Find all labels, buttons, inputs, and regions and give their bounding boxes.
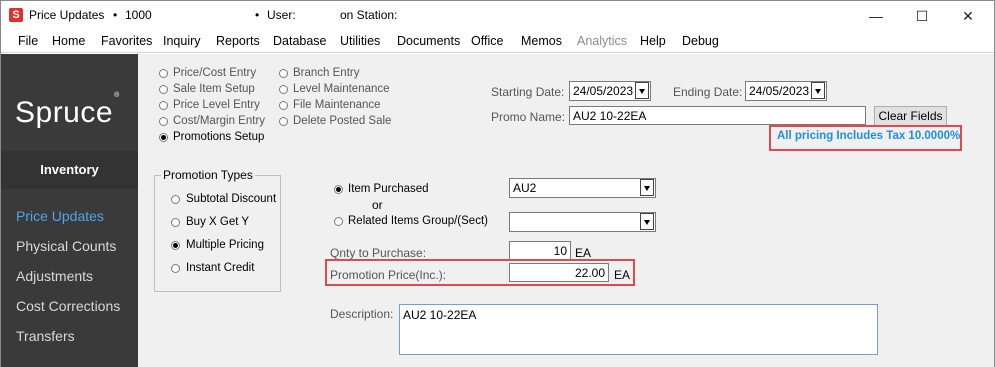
mode-radio-file-maintenance[interactable] <box>279 101 288 110</box>
minimize-icon: — <box>869 8 883 24</box>
spruce-logo: Spruce® <box>15 92 120 129</box>
item-purchased-radio[interactable] <box>334 185 343 194</box>
mode-label-price-cost-entry: Price/Cost Entry <box>173 67 257 79</box>
main-panel: Price/Cost Entry Sale Item Setup Price L… <box>138 54 994 367</box>
mode-radio-promotions-setup[interactable] <box>159 133 168 142</box>
mode-label-cost-margin-entry: Cost/Margin Entry <box>173 115 266 127</box>
promo-type-label-subtotal-discount: Subtotal Discount <box>186 193 277 205</box>
mode-radio-price-level-entry[interactable] <box>159 101 168 110</box>
mode-label-level-maintenance: Level Maintenance <box>293 83 390 95</box>
mode-label-promotions-setup: Promotions Setup <box>173 131 265 143</box>
ending-date-label: Ending Date: <box>673 85 743 99</box>
mode-radio-price-cost-entry[interactable] <box>159 69 168 78</box>
title-separator: • <box>113 8 118 22</box>
menu-debug[interactable]: Debug <box>682 34 719 48</box>
menu-documents[interactable]: Documents <box>397 34 460 48</box>
chevron-down-icon[interactable] <box>811 82 825 99</box>
item-purchased-select[interactable]: AU2 <box>509 178 656 198</box>
store-number: 1000 <box>125 8 152 22</box>
promo-type-radio-multiple-pricing[interactable] <box>171 241 180 250</box>
mode-label-delete-posted-sale: Delete Posted Sale <box>293 115 392 127</box>
title-bar: S Price Updates • 1000 • User: on Statio… <box>1 1 994 31</box>
menu-home[interactable]: Home <box>52 34 85 48</box>
menu-help[interactable]: Help <box>640 34 666 48</box>
sidebar-item-adjustments[interactable]: Adjustments <box>16 268 93 284</box>
menu-bar: File Home Favorites Inquiry Reports Data… <box>1 31 994 53</box>
related-items-label: Related Items Group/(Sect) <box>348 215 488 227</box>
menu-inquiry[interactable]: Inquiry <box>163 34 201 48</box>
maximize-icon: ☐ <box>915 7 929 24</box>
related-items-radio[interactable] <box>334 217 343 226</box>
maximize-button[interactable]: ☐ <box>899 1 945 31</box>
promo-type-radio-instant-credit[interactable] <box>171 264 180 273</box>
promo-type-label-multiple-pricing: Multiple Pricing <box>186 239 264 251</box>
starting-date-label: Starting Date: <box>491 85 565 99</box>
related-items-select[interactable] <box>509 212 656 232</box>
chevron-down-icon[interactable] <box>640 179 654 196</box>
close-button[interactable]: ✕ <box>945 1 991 31</box>
window-title: Price Updates <box>29 8 105 22</box>
spruce-s-icon: S <box>9 8 23 22</box>
mode-label-file-maintenance: File Maintenance <box>293 99 381 111</box>
promotion-types-title: Promotion Types <box>161 168 255 182</box>
qty-unit-label: EA <box>575 246 592 260</box>
mode-radio-sale-item-setup[interactable] <box>159 85 168 94</box>
clear-fields-button[interactable]: Clear Fields <box>874 106 947 127</box>
mode-radio-level-maintenance[interactable] <box>279 85 288 94</box>
menu-memos[interactable]: Memos <box>521 34 562 48</box>
menu-database[interactable]: Database <box>273 34 327 48</box>
sidebar-item-transfers[interactable]: Transfers <box>16 328 75 344</box>
menu-file[interactable]: File <box>18 34 38 48</box>
description-label: Description: <box>330 307 394 321</box>
or-label: or <box>372 198 383 212</box>
ending-date-value: 24/05/2023 <box>749 84 810 98</box>
promotion-price-label: Promotion Price(Inc.): <box>330 268 447 282</box>
starting-date-picker[interactable]: 24/05/2023 <box>569 81 651 101</box>
sidebar: Spruce® Inventory Price Updates Physical… <box>1 54 138 367</box>
user-label: User: <box>267 8 296 22</box>
menu-favorites[interactable]: Favorites <box>101 34 152 48</box>
menu-analytics: Analytics <box>577 34 628 48</box>
qty-to-purchase-label: Qnty to Purchase: <box>330 246 427 260</box>
price-unit-label: EA <box>614 268 631 282</box>
tax-note-link[interactable]: All pricing Includes Tax 10.0000% <box>777 130 960 142</box>
station-label: on Station: <box>340 8 398 22</box>
chevron-down-icon[interactable] <box>640 213 654 230</box>
minimize-button[interactable]: — <box>853 1 899 31</box>
menu-reports[interactable]: Reports <box>216 34 260 48</box>
description-textarea[interactable]: AU2 10-22EA <box>399 304 878 355</box>
sidebar-section-inventory[interactable]: Inventory <box>1 151 138 189</box>
mode-label-sale-item-setup: Sale Item Setup <box>173 83 255 95</box>
mode-radio-delete-posted-sale[interactable] <box>279 117 288 126</box>
promo-type-label-instant-credit: Instant Credit <box>186 262 255 274</box>
promo-name-label: Promo Name: <box>491 110 566 124</box>
promo-name-input[interactable]: AU2 10-22EA <box>569 106 866 125</box>
menu-office[interactable]: Office <box>471 34 503 48</box>
sidebar-item-physical-counts[interactable]: Physical Counts <box>16 238 116 254</box>
promo-type-radio-buy-x-get-y[interactable] <box>171 218 180 227</box>
mode-label-branch-entry: Branch Entry <box>293 67 360 79</box>
promo-type-radio-subtotal-discount[interactable] <box>171 195 180 204</box>
app-window: S Price Updates • 1000 • User: on Statio… <box>0 0 995 367</box>
chevron-down-icon[interactable] <box>635 82 649 99</box>
starting-date-value: 24/05/2023 <box>573 84 634 98</box>
close-icon: ✕ <box>962 7 974 24</box>
mode-radio-cost-margin-entry[interactable] <box>159 117 168 126</box>
mode-radio-branch-entry[interactable] <box>279 69 288 78</box>
promo-type-label-buy-x-get-y: Buy X Get Y <box>186 216 250 228</box>
item-purchased-label: Item Purchased <box>348 183 429 195</box>
sidebar-item-price-updates[interactable]: Price Updates <box>16 208 104 224</box>
item-purchased-value: AU2 <box>513 181 537 195</box>
qty-to-purchase-input[interactable]: 10 <box>509 241 571 260</box>
promotion-price-input[interactable]: 22.00 <box>509 263 609 282</box>
title-separator: • <box>255 8 260 22</box>
menu-utilities[interactable]: Utilities <box>340 34 380 48</box>
ending-date-picker[interactable]: 24/05/2023 <box>745 81 827 101</box>
sidebar-item-cost-corrections[interactable]: Cost Corrections <box>16 298 120 314</box>
mode-label-price-level-entry: Price Level Entry <box>173 99 260 111</box>
